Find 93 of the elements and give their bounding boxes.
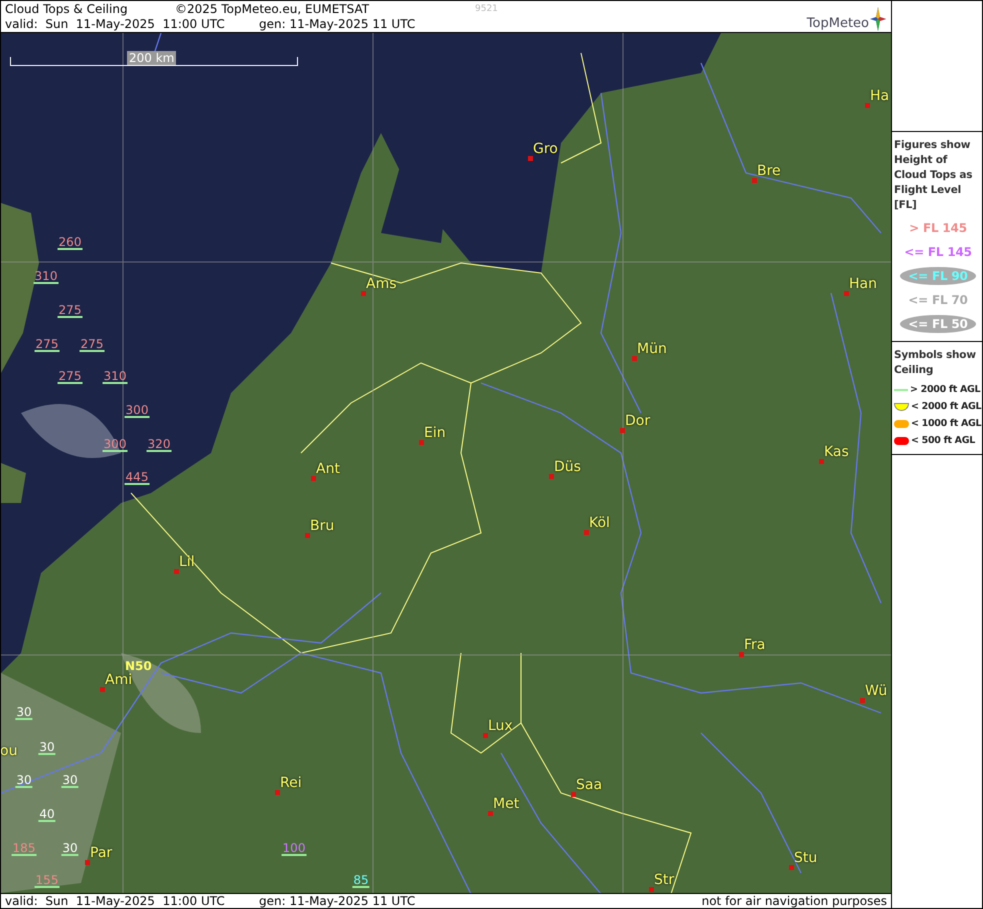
city-marker-icon: [305, 533, 310, 538]
ceiling-legend-label: > 2000 ft AGL: [910, 384, 980, 395]
cloud-top-value: 275: [80, 338, 104, 352]
city-label: Ha: [870, 89, 890, 103]
generated-time: gen: 11-May-2025 11 UTC: [259, 894, 416, 908]
cloud-top-value: 185: [12, 842, 36, 856]
city-marker-icon: [584, 530, 589, 535]
city-marker-icon: [865, 103, 870, 108]
city-label: ou: [1, 744, 18, 758]
flight-level-legend-item: <= FL 145: [903, 244, 973, 261]
flight-level-legend-item: <= FL 70: [907, 292, 969, 309]
city-label: Ami: [105, 673, 132, 687]
city-marker-icon: [819, 459, 824, 464]
city-marker-icon: [483, 733, 488, 738]
city-marker-icon: [739, 652, 744, 657]
city-label: Fra: [744, 638, 766, 652]
ceiling-legend-label: < 500 ft AGL: [911, 435, 975, 446]
cloud-top-value: 445: [124, 471, 150, 485]
city-marker-icon: [100, 687, 105, 692]
city-label: Düs: [554, 460, 581, 474]
cloud-top-value: 30: [38, 741, 56, 755]
cloud-top-value: 40: [38, 808, 56, 822]
city-label: Ein: [424, 426, 446, 440]
city-label: Saa: [576, 778, 602, 792]
map-title: Cloud Tops & Ceiling: [5, 2, 129, 16]
city-marker-icon: [174, 569, 179, 574]
city-marker-icon: [789, 865, 794, 870]
city-label: Ant: [316, 462, 340, 476]
city-marker-icon: [571, 792, 576, 797]
city-label: Str: [654, 873, 674, 887]
legend-title: Figures show Height of Cloud Tops as Flight Level [FL]: [894, 138, 974, 213]
city-marker-icon: [361, 291, 366, 296]
city-marker-icon: [549, 474, 554, 479]
legend-title: Symbols show Ceiling: [894, 348, 977, 378]
cloud-top-value: 260: [58, 236, 82, 250]
cloud-top-value: 30: [61, 774, 79, 788]
city-label: Mün: [637, 342, 667, 356]
scale-label: 200 km: [127, 51, 176, 65]
disclaimer-text: not for air navigation purposes: [702, 894, 887, 908]
city-label: Lux: [488, 719, 513, 733]
copyright-text: ©2025 TopMeteo.eu, EUMETSAT: [175, 2, 370, 16]
city-label: Wü: [865, 684, 888, 698]
city-label: Han: [849, 277, 877, 291]
valid-time: valid: Sun 11-May-2025 11:00 UTC: [5, 17, 226, 32]
city-marker-icon: [419, 440, 424, 445]
cloud-top-value: 30: [15, 774, 33, 788]
city-marker-icon: [752, 178, 757, 183]
latitude-label: N50: [125, 659, 152, 673]
city-label: Bru: [310, 519, 334, 533]
ceiling-legend-label: < 2000 ft AGL: [911, 401, 982, 412]
city-marker-icon: [528, 156, 533, 161]
cloud-top-value: 320: [146, 438, 172, 452]
city-marker-icon: [860, 698, 865, 703]
city-label: Met: [493, 797, 520, 811]
cloud-top-value: 85: [352, 874, 370, 888]
city-label: Par: [90, 846, 112, 860]
flight-level-legend-item: <= FL 90: [908, 269, 968, 283]
valid-time: valid: Sun 11-May-2025 11:00 UTC: [5, 894, 226, 908]
cloud-top-value: 100: [282, 842, 306, 856]
city-label: Gro: [533, 142, 558, 156]
city-label: Lil: [179, 555, 195, 569]
ceiling-legend-label: < 1000 ft AGL: [911, 418, 982, 429]
logo-text: TopMeteo: [806, 16, 869, 32]
city-label: Ams: [366, 277, 397, 291]
city-marker-icon: [311, 476, 316, 481]
cloud-top-value: 310: [34, 270, 58, 284]
city-marker-icon: [488, 811, 493, 816]
cloud-top-value: 300: [102, 438, 128, 452]
map-code: 9521: [475, 2, 498, 16]
city-marker-icon: [85, 860, 90, 865]
generated-time: gen: 11-May-2025 11 UTC: [259, 17, 416, 32]
cloud-top-value: 300: [124, 404, 150, 418]
city-marker-icon: [620, 428, 625, 433]
cloud-top-value: 310: [102, 370, 128, 384]
cloud-top-value: 275: [34, 338, 60, 352]
city-label: Kas: [824, 445, 849, 459]
cloud-top-value: 30: [61, 842, 79, 856]
city-marker-icon: [632, 356, 637, 361]
city-label: Köl: [589, 516, 610, 530]
city-marker-icon: [275, 790, 280, 795]
cloud-top-value: 275: [58, 304, 82, 318]
city-marker-icon: [649, 887, 654, 892]
cloud-top-value: 275: [58, 370, 82, 384]
city-label: Dor: [625, 414, 650, 428]
flight-level-legend-item: <= FL 50: [908, 317, 968, 331]
city-marker-icon: [844, 291, 849, 296]
flight-level-legend-item: > FL 145: [908, 220, 968, 237]
compass-star-icon: [869, 6, 887, 32]
city-label: Stu: [794, 851, 818, 865]
city-label: Bre: [757, 164, 781, 178]
cloud-top-value: 30: [15, 706, 33, 720]
cloud-top-value: 155: [34, 874, 60, 888]
city-label: Rei: [280, 776, 302, 790]
